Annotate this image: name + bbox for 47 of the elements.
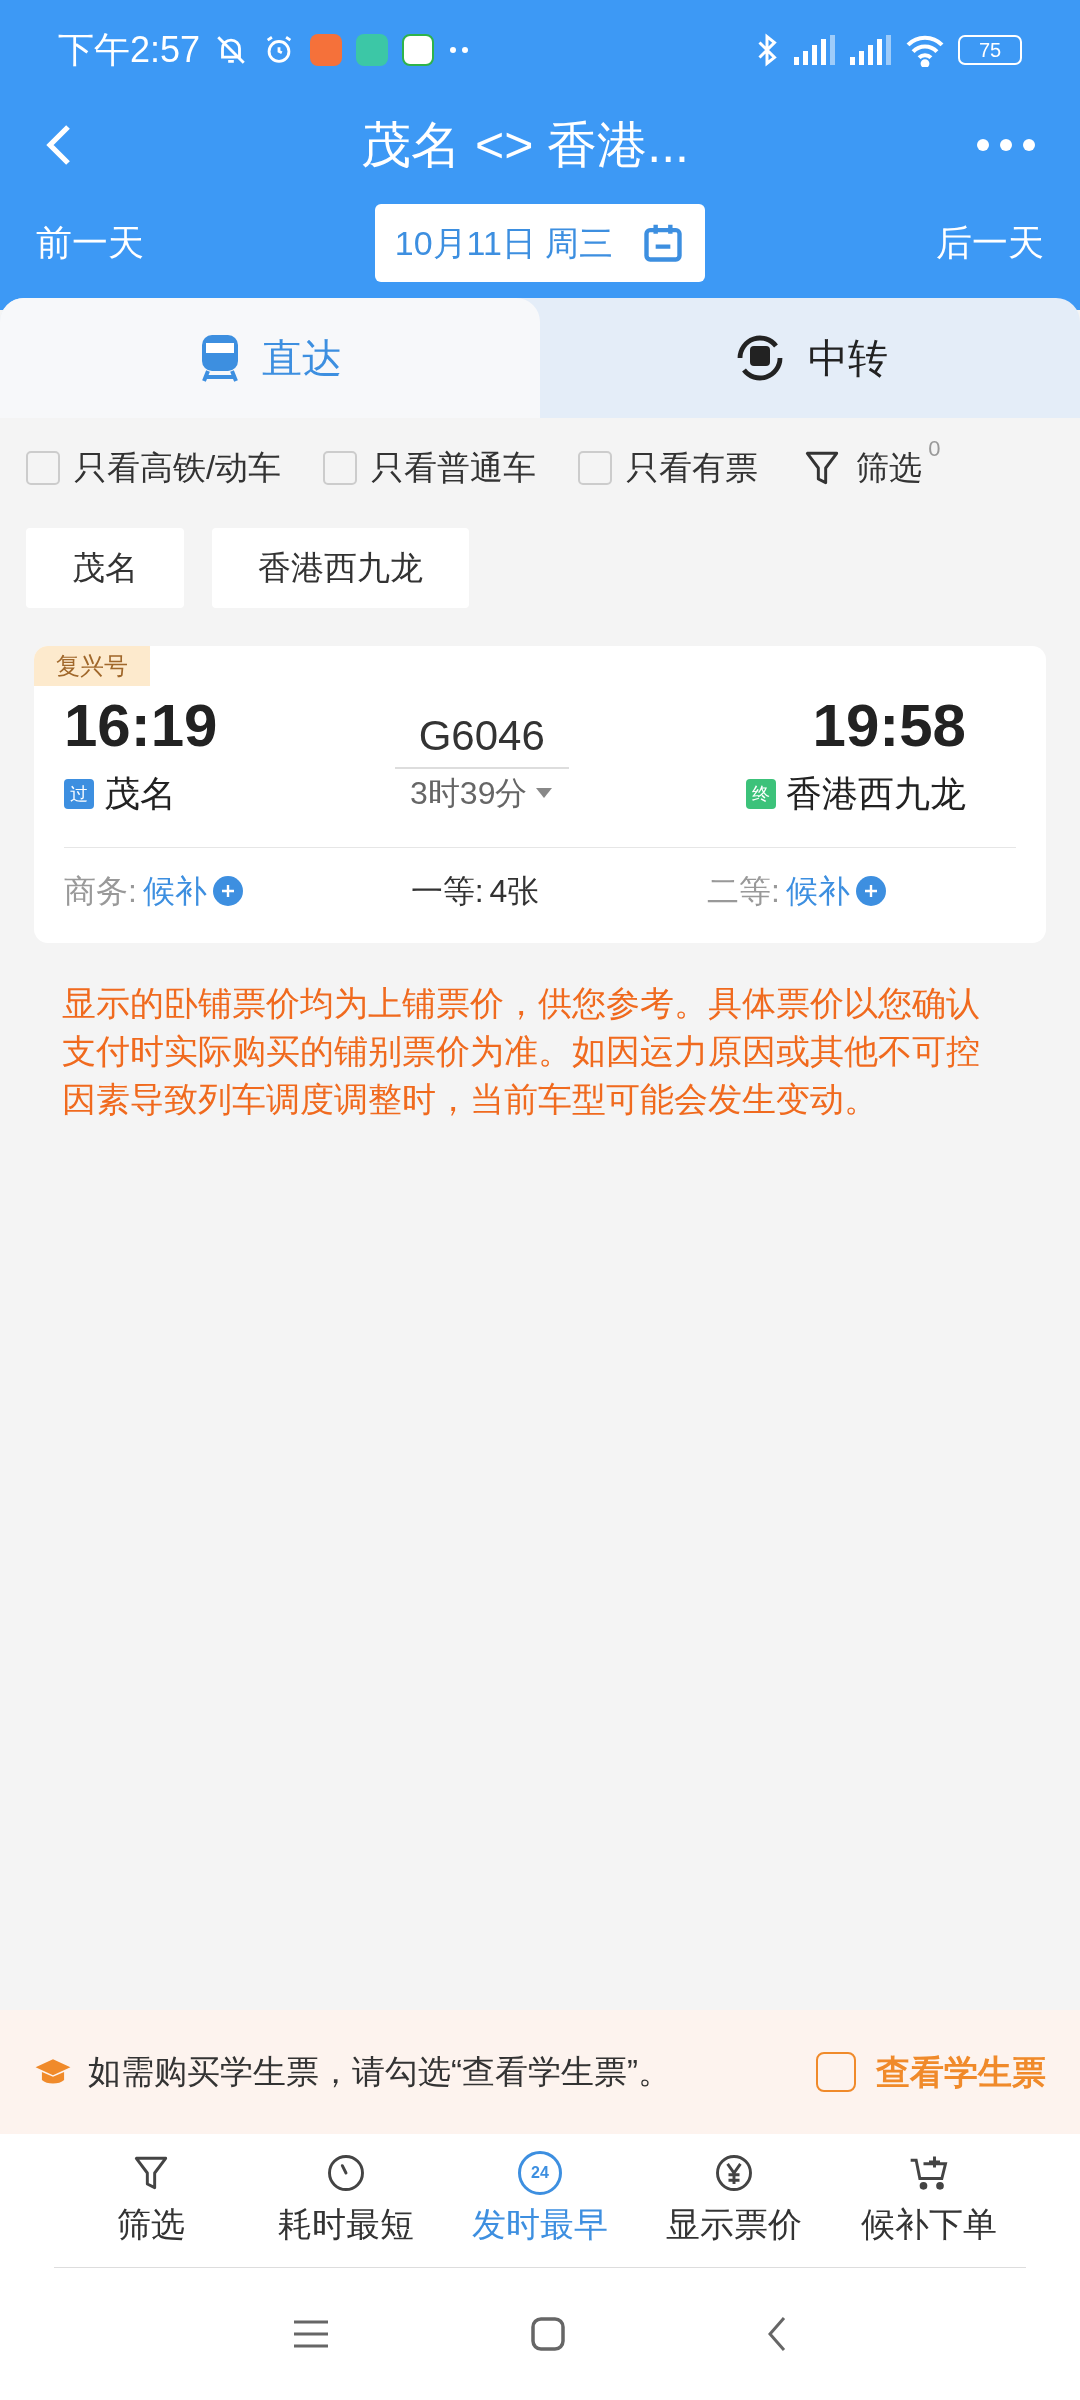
sort-option[interactable]: 候补下单 <box>831 2151 1027 2250</box>
train-type-badge: 复兴号 <box>34 646 150 686</box>
wifi-icon <box>904 33 946 67</box>
page-title: 茂名 <> 香港... <box>361 115 689 175</box>
departure-time: 16:19 <box>64 691 218 761</box>
filter-button[interactable]: 筛选 <box>800 443 923 493</box>
clock-icon: 24 <box>518 2151 562 2195</box>
departure-station: 茂名 <box>104 772 176 816</box>
train-card[interactable]: 复兴号 16:19 过 茂名 G6046 3时39分 19:58 终 香港西九龙 商务: 候补 一等: 4张 二等: 候补 <box>34 646 1046 943</box>
arrival-time: 19:58 <box>812 691 966 761</box>
filter-checkbox[interactable]: 只看高铁/动车 <box>26 443 282 493</box>
duration: 3时39分 <box>410 774 528 813</box>
price-notice: 显示的卧铺票价均为上铺票价，供您参考。具体票价以您确认支付时实际购买的铺别票价为准。如因运力原因或其他不可控因素导致列车调度调整时，当前车型可能会发生变动。 <box>61 983 981 1120</box>
menu-icon[interactable] <box>292 2318 330 2350</box>
signal-icon <box>792 33 836 67</box>
station-chip[interactable]: 茂名 <box>26 528 184 608</box>
train-number: G6046 <box>394 704 569 769</box>
filter-checkbox[interactable]: 只看有票 <box>578 443 759 493</box>
seat-availability: 4张 <box>489 871 540 911</box>
app-icon <box>402 34 435 66</box>
back-icon[interactable] <box>766 2315 788 2353</box>
battery-icon: 75 <box>958 35 1022 65</box>
seat-class: 二等: <box>707 871 780 911</box>
arrival-station: 香港西九龙 <box>786 772 966 816</box>
filter-count: 0 <box>928 435 941 463</box>
add-icon[interactable] <box>212 875 243 906</box>
sort-option[interactable]: 显示票价 <box>637 2151 832 2250</box>
seat-availability: 候补 <box>142 871 207 911</box>
add-icon[interactable] <box>856 875 886 906</box>
app-icon <box>356 34 389 66</box>
station-tag: 过 <box>64 779 94 809</box>
seat-availability: 候补 <box>786 871 850 911</box>
sort-option[interactable]: 筛选 <box>54 2151 249 2250</box>
student-ticket-message: 如需购买学生票，请勾选“查看学生票”。 <box>88 2052 671 2093</box>
dropdown-icon[interactable] <box>535 787 554 799</box>
sort-option[interactable]: 耗时最短 <box>248 2151 443 2250</box>
seat-class: 商务: <box>64 871 137 911</box>
station-chip[interactable]: 香港西九龙 <box>212 528 469 608</box>
station-tag: 终 <box>746 779 776 809</box>
tab[interactable]: 中转 <box>540 298 1080 418</box>
more-icon[interactable] <box>976 138 1036 152</box>
home-icon[interactable] <box>530 2316 566 2352</box>
seat-class: 一等: <box>410 871 484 911</box>
filter-checkbox[interactable]: 只看普通车 <box>323 443 537 493</box>
signal-icon <box>848 33 892 67</box>
status-time: 下午2:57 <box>58 28 201 72</box>
app-icon <box>310 34 343 66</box>
